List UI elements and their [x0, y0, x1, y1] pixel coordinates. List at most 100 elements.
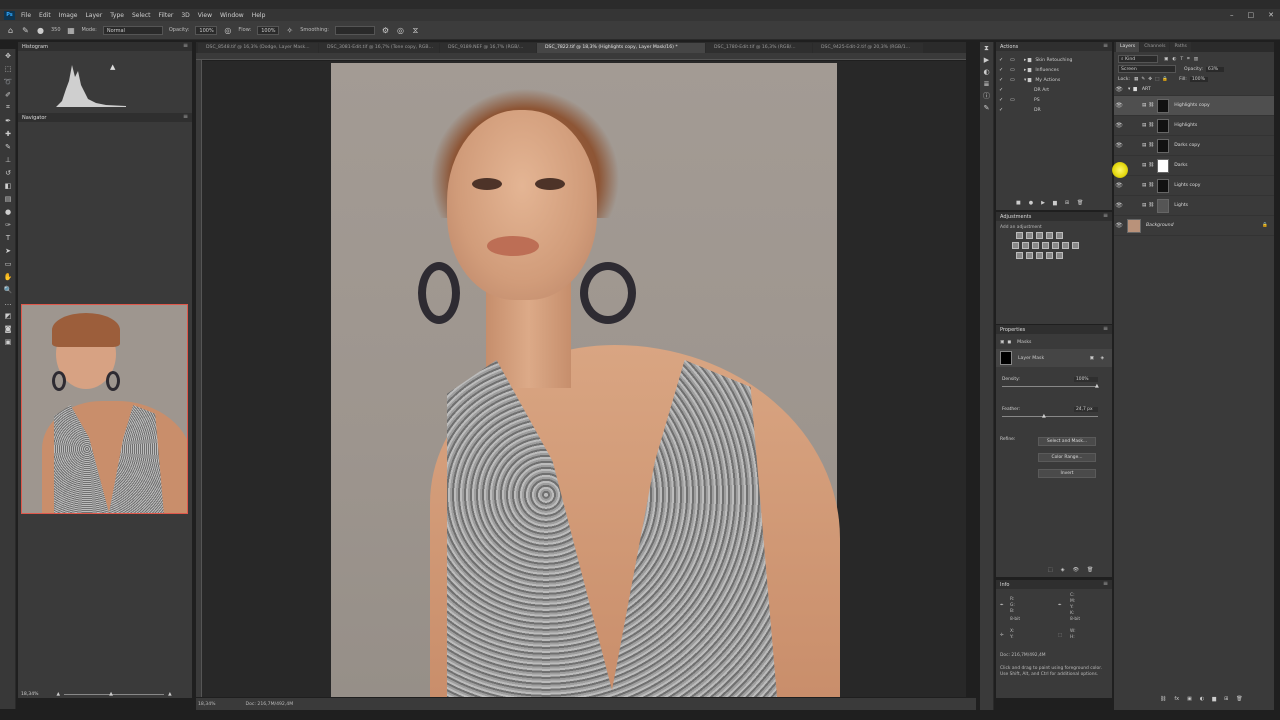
panel-menu-icon[interactable]: ≡	[1103, 212, 1108, 219]
brush-preset-icon[interactable]: ●	[36, 26, 45, 35]
dodge-icon[interactable]: ●	[0, 205, 16, 218]
new-layer-icon[interactable]: ⊞	[1224, 696, 1228, 702]
menu-window[interactable]: Window	[220, 12, 244, 19]
symmetry-icon[interactable]: ⧖	[411, 26, 420, 35]
color-lookup-icon[interactable]	[1062, 242, 1069, 249]
visibility-eye-icon[interactable]: 👁	[1114, 222, 1124, 229]
action-row[interactable]: ✓ ▭ PS	[996, 95, 1112, 105]
path-select-icon[interactable]: ➤	[0, 244, 16, 257]
hand-icon[interactable]: ✋	[0, 270, 16, 283]
layer-mask-thumb[interactable]	[1157, 118, 1170, 133]
action-set-row[interactable]: ✓ ▭ ▸ ▆ Skin Retouching	[996, 55, 1112, 65]
stop-icon[interactable]: ■	[1016, 200, 1021, 206]
posterize-icon[interactable]	[1026, 252, 1033, 259]
fx-icon[interactable]: fx	[1174, 696, 1179, 702]
visibility-eye-icon[interactable]: 👁	[1114, 202, 1124, 209]
menu-edit[interactable]: Edit	[39, 12, 51, 19]
play-icon[interactable]: ▶	[1041, 200, 1045, 206]
select-and-mask-button[interactable]: Select and Mask...	[1038, 437, 1096, 446]
dialog-toggle-icon[interactable]: ▭	[1010, 67, 1015, 73]
pressure-size-icon[interactable]: ◎	[396, 26, 405, 35]
action-set-row[interactable]: ✓ ▭ ▾ ▆ My Actions	[996, 75, 1112, 85]
background-layer-row[interactable]: 👁 Background 🔒	[1114, 216, 1274, 236]
density-slider[interactable]	[1002, 386, 1098, 387]
selective-color-icon[interactable]	[1046, 252, 1053, 259]
action-set-row[interactable]: ✓ ▭ ▸ ▆ Influences	[996, 65, 1112, 75]
brushes-icon[interactable]: ✎	[980, 102, 993, 114]
panel-menu-icon[interactable]: ≡	[1103, 42, 1108, 49]
adjust-icon[interactable]: ◐	[980, 66, 993, 78]
info-icon[interactable]: ⓘ	[980, 90, 993, 102]
marquee-tool-icon[interactable]: ⬚	[0, 62, 16, 75]
density-handle-icon[interactable]: ▲	[1095, 383, 1099, 389]
visibility-eye-icon[interactable]: 👁	[1114, 182, 1124, 189]
visibility-eye-icon[interactable]: 👁	[1114, 102, 1124, 109]
delete-layer-icon[interactable]: 🗑	[1236, 696, 1242, 702]
visibility-icon[interactable]: 👁	[1073, 567, 1079, 573]
dialog-toggle-icon[interactable]: ▭	[1010, 77, 1015, 83]
menu-select[interactable]: Select	[132, 12, 151, 19]
color-balance-icon[interactable]	[1022, 242, 1029, 249]
crop-tool-icon[interactable]: ⌗	[0, 101, 16, 114]
menu-layer[interactable]: Layer	[85, 12, 102, 19]
history-icon[interactable]: ⧗	[980, 42, 993, 54]
layer-row[interactable]: 👁 ▤ ⛓ Darks copy	[1114, 136, 1274, 156]
density-input[interactable]: 100%	[1074, 377, 1098, 382]
navigator-zoom-value[interactable]: 18,34%	[21, 692, 39, 697]
properties-icon[interactable]: ≣	[980, 78, 993, 90]
quick-mask-icon[interactable]: ◙	[0, 322, 16, 335]
add-vector-mask-icon[interactable]: ◈	[1100, 356, 1104, 361]
zoom-icon[interactable]: 🔍	[0, 283, 16, 296]
layer-row[interactable]: 👁 ▤ ⛓ Lights	[1114, 196, 1274, 216]
gradient-icon[interactable]: ▤	[0, 192, 16, 205]
mode-select[interactable]: Normal	[102, 25, 163, 35]
brightness-icon[interactable]	[1016, 232, 1023, 239]
dialog-toggle-icon[interactable]	[1010, 88, 1015, 93]
curves-icon[interactable]	[1036, 232, 1043, 239]
brush-icon[interactable]: ✎	[0, 140, 16, 153]
gradient-icon[interactable]	[1056, 252, 1063, 259]
move-tool-icon[interactable]: ✥	[0, 49, 16, 62]
zoom-out-icon[interactable]: ▲	[57, 692, 61, 697]
layer-row-selected[interactable]: 👁 ▤ ⛓ Highlights copy	[1114, 96, 1274, 116]
action-row[interactable]: ✓ DR Art	[996, 85, 1112, 95]
feather-handle-icon[interactable]: ▲	[1042, 413, 1046, 419]
history-brush-icon[interactable]: ↺	[0, 166, 16, 179]
add-pixel-mask-icon[interactable]: ▣	[1090, 356, 1094, 361]
zoom-in-icon[interactable]: ▲	[168, 692, 172, 697]
color-swatches-icon[interactable]: ◩	[0, 309, 16, 322]
invert-button[interactable]: Invert	[1038, 469, 1096, 478]
layer-row[interactable]: 👁 ▤ ⛓ Lights copy	[1114, 176, 1274, 196]
panel-menu-icon[interactable]: ≡	[183, 42, 188, 49]
more-tools-icon[interactable]: …	[0, 296, 16, 309]
smoothing-input[interactable]	[334, 25, 375, 35]
check-icon[interactable]: ✓	[999, 107, 1004, 113]
dialog-toggle-icon[interactable]	[1010, 108, 1015, 113]
add-mask-icon[interactable]: ▣	[1187, 696, 1192, 702]
pressure-opacity-icon[interactable]: ◎	[223, 26, 232, 35]
close-icon[interactable]: ✕	[1268, 11, 1274, 19]
vector-mask-icon[interactable]: ◼	[1007, 340, 1011, 345]
expand-arrow-icon[interactable]: ▾	[1128, 87, 1130, 92]
stamp-icon[interactable]: ⊥	[0, 153, 16, 166]
menu-help[interactable]: Help	[252, 12, 266, 19]
feather-input[interactable]: 24,7 px	[1074, 407, 1098, 412]
healing-brush-icon[interactable]: ✚	[0, 127, 16, 140]
tab-document-5[interactable]: DSC_1780-Edit.tif @ 16,3% (RGB/...	[706, 43, 812, 53]
color-range-button[interactable]: Color Range...	[1038, 453, 1096, 462]
lasso-tool-icon[interactable]: ➰	[0, 75, 16, 88]
type-icon[interactable]: T	[0, 231, 16, 244]
feather-slider[interactable]	[1002, 416, 1098, 417]
layer-row[interactable]: 👁 ▤ ⛓ Darks	[1114, 156, 1274, 176]
visibility-eye-icon[interactable]: 👁	[1114, 122, 1124, 129]
menu-view[interactable]: View	[198, 12, 212, 19]
shape-icon[interactable]: ▭	[0, 257, 16, 270]
filter-icons[interactable]: ▣◐T⌗▥	[1164, 56, 1202, 62]
layer-mask-thumb[interactable]	[1157, 98, 1170, 113]
new-action-icon[interactable]: ⊞	[1065, 200, 1069, 206]
dialog-toggle-icon[interactable]: ▭	[1010, 97, 1015, 103]
navigator-preview[interactable]	[21, 304, 188, 514]
black-white-icon[interactable]	[1032, 242, 1039, 249]
layer-mask-thumb[interactable]	[1157, 198, 1170, 213]
menu-type[interactable]: Type	[110, 12, 124, 19]
